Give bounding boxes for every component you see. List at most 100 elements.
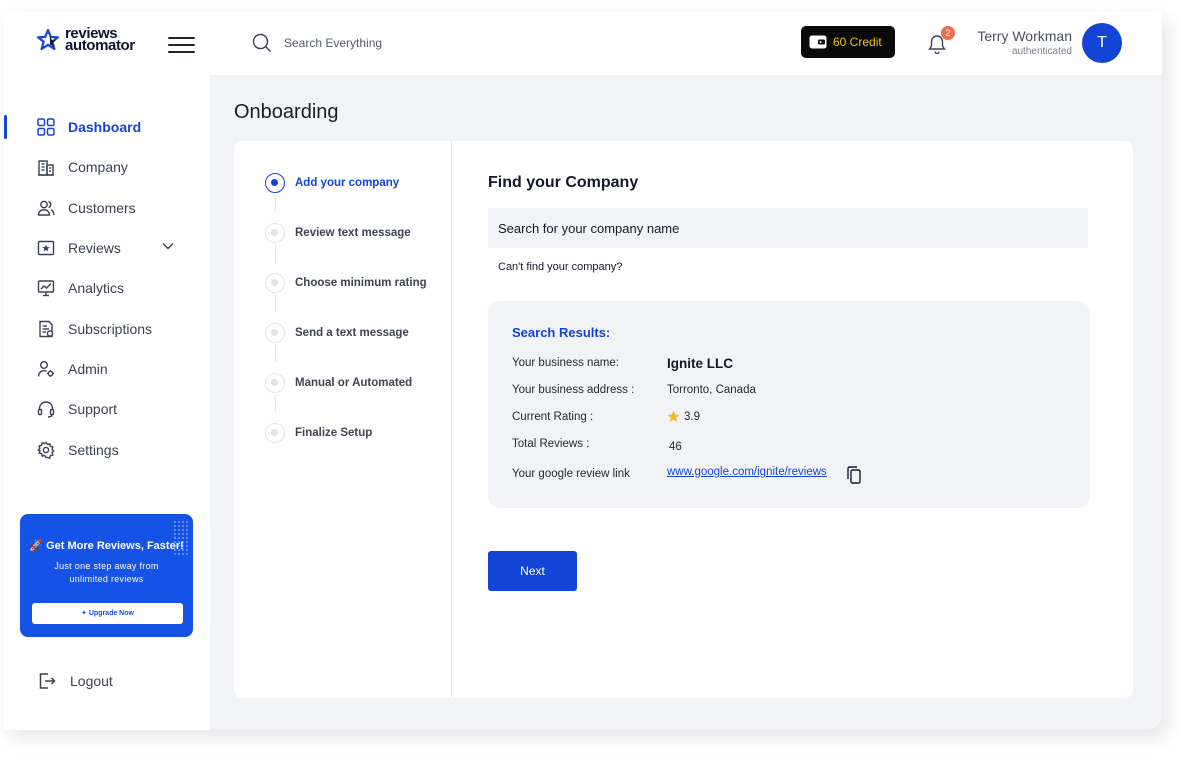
find-company-title: Find your Company [488,174,639,191]
step-indicator [265,373,285,393]
step-connector [275,345,276,362]
logo-star-icon [36,28,60,51]
star-icon [667,410,680,422]
onboarding-card: Add your company Review text message Cho… [234,141,1133,698]
brand-name: reviews automator [65,26,135,54]
page-title: Onboarding [234,101,339,123]
copy-icon[interactable] [847,466,861,484]
brand-line-2: automator [65,37,135,54]
sidebar-item-label: Customers [68,199,136,216]
step-choose-minimum-rating[interactable]: Choose minimum rating [265,273,427,293]
total-reviews-value: 46 [669,441,682,453]
step-add-company[interactable]: Add your company [265,173,399,193]
app-window: reviews automator Dashboard Company Cust… [4,12,1162,730]
user-info[interactable]: Terry Workman authenticated [977,28,1072,57]
sidebar-item-admin[interactable]: Admin [4,349,210,389]
step-indicator [265,423,285,443]
step-send-text-message[interactable]: Send a text message [265,323,409,343]
next-button[interactable]: Next [488,551,577,591]
user-status: authenticated [1011,46,1072,57]
step-manual-or-automated[interactable]: Manual or Automated [265,373,412,393]
upgrade-now-button[interactable]: ✦ Upgrade Now [32,603,183,624]
gear-icon [37,441,55,459]
menu-bar [168,44,195,46]
step-connector [275,245,276,262]
step-connector [275,395,276,412]
step-label: Finalize Setup [295,427,373,439]
step-connector [275,195,276,212]
upgrade-promo-card: 🚀 Get More Reviews, Faster! Just one ste… [20,514,193,637]
credit-amount: 60 Credit [833,35,882,49]
sidebar-item-reviews[interactable]: Reviews [4,228,210,268]
sidebar-item-support[interactable]: Support [4,389,210,429]
step-finalize-setup[interactable]: Finalize Setup [265,423,372,443]
current-rating-value: 3.9 [667,410,700,423]
main-content: Onboarding Add your company Review text … [210,75,1162,730]
brand-logo[interactable]: reviews automator [36,26,135,54]
business-address-label: Your business address : [512,384,635,396]
sidebar-item-label: Subscriptions [68,320,153,337]
menu-bar [168,51,195,53]
step-indicator [265,323,285,343]
step-indicator [265,173,285,193]
menu-bar [168,37,195,39]
logout-button[interactable]: Logout [38,672,113,690]
user-gear-icon [37,360,55,378]
receipt-icon [37,320,55,338]
sidebar: reviews automator Dashboard Company Cust… [4,12,210,730]
google-review-link-label: Your google review link [512,468,630,480]
sidebar-item-customers[interactable]: Customers [4,188,210,228]
avatar[interactable]: T [1082,23,1122,63]
step-label: Choose minimum rating [295,277,427,289]
global-search[interactable]: Search Everything [252,33,382,53]
logout-icon [39,673,56,689]
sidebar-nav: Dashboard Company Customers Reviews Anal… [4,107,210,470]
search-input[interactable]: Search Everything [284,36,382,50]
step-label: Add your company [295,177,400,189]
rating-number: 3.9 [684,410,700,423]
sidebar-item-label: Dashboard [68,119,142,136]
user-name: Terry Workman [977,28,1072,44]
chevron-down-icon[interactable] [162,242,174,250]
step-label: Send a text message [295,327,409,339]
sidebar-item-label: Admin [68,360,108,377]
promo-title: 🚀 Get More Reviews, Faster! [29,540,184,552]
promo-subtitle: Just one step away from unlimited review… [54,561,159,584]
business-name-label: Your business name: [512,357,619,369]
sidebar-item-company[interactable]: Company [4,147,210,187]
step-indicator [265,273,285,293]
sidebar-item-dashboard[interactable]: Dashboard [4,107,210,147]
sidebar-item-subscriptions[interactable]: Subscriptions [4,308,210,348]
star-board-icon [37,239,55,257]
company-search-input[interactable] [488,208,1088,248]
menu-toggle-button[interactable] [168,37,195,53]
current-rating-label: Current Rating : [512,411,594,423]
credit-button[interactable]: 60 Credit [801,26,895,58]
step-indicator [265,223,285,243]
promo-dots-decoration [173,520,189,556]
headset-icon [37,400,55,418]
wallet-icon [809,35,827,49]
total-reviews-label: Total Reviews : [512,438,590,450]
step-connector [275,295,276,312]
chart-icon [37,279,55,297]
sidebar-item-label: Analytics [68,280,125,297]
step-label: Manual or Automated [295,377,413,389]
onboarding-stepper: Add your company Review text message Cho… [234,141,452,698]
building-icon [37,158,55,177]
sidebar-item-label: Support [68,401,118,418]
google-review-link[interactable]: www.google.com/ignite/reviews [667,466,827,478]
sidebar-item-analytics[interactable]: Analytics [4,268,210,308]
step-review-text-message[interactable]: Review text message [265,223,411,243]
search-results-panel: Search Results: Your business name: Igni… [488,301,1090,508]
grid-icon [37,118,55,136]
sidebar-item-settings[interactable]: Settings [4,429,210,469]
sidebar-item-label: Reviews [68,240,121,257]
search-icon [252,33,271,52]
sidebar-item-label: Settings [68,441,119,458]
step-label: Review text message [295,227,411,239]
top-header: Search Everything 60 Credit 2 Terry Work… [210,12,1162,75]
cant-find-company-link[interactable]: Can't find your company? [498,261,622,273]
search-results-title: Search Results: [512,325,611,340]
sidebar-item-label: Company [68,159,128,176]
